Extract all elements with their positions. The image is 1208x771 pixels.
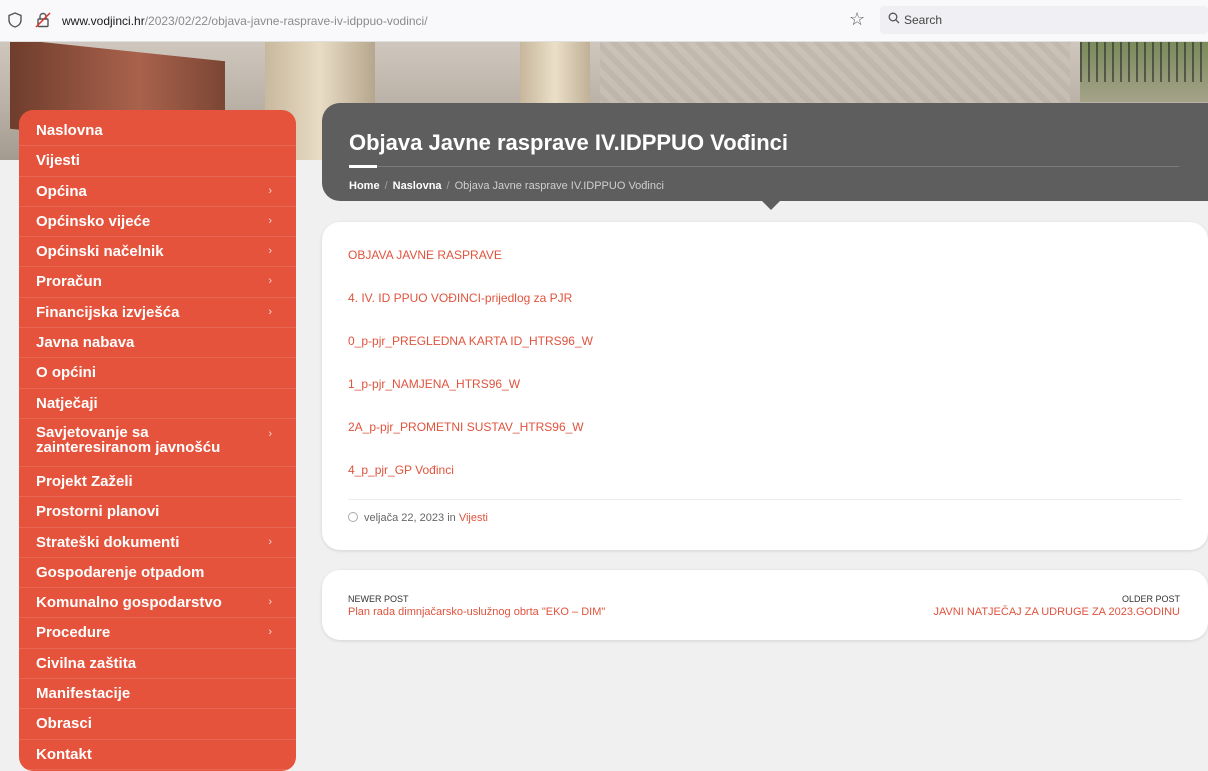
breadcrumb-current: Objava Javne rasprave IV.IDPPUO Vođinci <box>454 180 664 192</box>
chevron-right-icon: › <box>268 214 272 227</box>
sidebar-item-label: Proračun <box>36 273 102 291</box>
sidebar-item-strateski-dokumenti[interactable]: Strateški dokumenti › <box>19 528 296 558</box>
sidebar-item-label: Općinski načelnik <box>36 243 164 261</box>
older-post-label: OLDER POST <box>1121 594 1180 604</box>
sidebar-item-label: Civilna zaštita <box>36 654 137 672</box>
sidebar-item-label: Financijska izvješća <box>36 303 180 321</box>
sidebar-item-label: Kontakt <box>36 745 92 763</box>
link-namjena[interactable]: 1_p-pjr_NAMJENA_HTRS96_W <box>348 377 520 391</box>
sidebar-menu: Naslovna Vijesti Općina › Općinsko vijeće › Op… <box>19 110 296 771</box>
chevron-right-icon: › <box>268 245 272 258</box>
sidebar-item-label: Općina <box>36 182 87 200</box>
sidebar-item-gospodarenje-otpadom[interactable]: Gospodarenje otpadom <box>19 558 296 589</box>
post-category-link[interactable]: Vijesti <box>459 512 488 524</box>
title-accent-bar <box>349 165 377 168</box>
newer-post-label: NEWER POST <box>348 594 409 604</box>
sidebar-item-natjecaji[interactable]: Natječaji <box>19 389 296 419</box>
header-pointer <box>762 201 780 210</box>
sidebar-item-komunalno-gospodarstvo[interactable]: Komunalno gospodarstvo › <box>19 588 296 619</box>
sidebar-item-prostorni-planovi[interactable]: Prostorni planovi <box>19 497 296 528</box>
post-date: veljača 22, 2023 <box>364 512 445 524</box>
sidebar-item-naslovna[interactable]: Naslovna <box>19 116 296 147</box>
search-input[interactable]: Search <box>880 6 1208 34</box>
content-divider <box>348 499 1182 500</box>
search-icon <box>888 12 900 24</box>
sidebar-item-opcinski-nacelnik[interactable]: Općinski načelnik › <box>19 237 296 268</box>
sidebar-item-label: Općinsko vijeće <box>36 212 151 230</box>
link-prometni-sustav[interactable]: 2A_p-pjr_PROMETNI SUSTAV_HTRS96_W <box>348 420 584 434</box>
sidebar-item-label: Procedure <box>36 624 111 642</box>
clock-icon <box>348 512 358 522</box>
insecure-lock-icon[interactable] <box>34 11 52 29</box>
link-prijedlog-pjr[interactable]: 4. IV. ID PPUO VOĐINCI-prijedlog za PJR <box>348 291 572 305</box>
page-header: Objava Javne rasprave IV.IDPPUO Vođinci … <box>322 103 1208 210</box>
sidebar-item-label: Gospodarenje otpadom <box>36 563 205 581</box>
page-title: Objava Javne rasprave IV.IDPPUO Vođinci <box>349 130 788 155</box>
sidebar-item-label: Manifestacije <box>36 685 131 703</box>
sidebar-item-label: Naslovna <box>36 122 103 139</box>
address-bar[interactable]: www.vodjinci.hr/2023/02/22/objava-javne-… <box>62 14 428 28</box>
sidebar-item-label: Obrasci <box>36 715 92 733</box>
older-post-link[interactable]: JAVNI NATJEČAJ ZA UDRUGE ZA 2023.GODINU <box>933 606 1180 618</box>
sidebar-item-label: Javna nabava <box>36 334 135 352</box>
link-gp-vodinci[interactable]: 4_p_pjr_GP Vođinci <box>348 463 454 477</box>
chevron-right-icon: › <box>268 305 272 318</box>
chevron-right-icon: › <box>268 427 272 440</box>
post-navigation: NEWER POST Plan rada dimnjačarsko-uslužn… <box>322 570 1208 640</box>
post-content-card: OBJAVA JAVNE RASPRAVE 4. IV. ID PPUO VOĐ… <box>322 222 1208 550</box>
sidebar-item-label: Komunalno gospodarstvo <box>36 594 222 612</box>
sidebar-item-proracun[interactable]: Proračun › <box>19 267 296 298</box>
title-divider <box>349 166 1179 167</box>
sidebar-item-opcina[interactable]: Općina › <box>19 177 296 207</box>
sidebar-item-label: Savjetovanje sa zainteresiranom javnošću <box>36 423 221 456</box>
sidebar-item-label: Vijesti <box>36 152 80 170</box>
breadcrumb-home[interactable]: Home <box>349 180 380 192</box>
post-meta-in: in <box>447 512 456 524</box>
sidebar-item-o-opcini[interactable]: O općini <box>19 358 296 389</box>
link-objava-javne-rasprave[interactable]: OBJAVA JAVNE RASPRAVE <box>348 248 502 262</box>
sidebar-item-obrasci[interactable]: Obrasci <box>19 709 296 740</box>
sidebar-item-javna-nabava[interactable]: Javna nabava <box>19 328 296 359</box>
breadcrumb: Home / Naslovna / Objava Javne rasprave IV.I… <box>349 180 664 192</box>
bookmark-star-icon[interactable]: ☆ <box>849 9 865 30</box>
sidebar-item-projekt-zazeli[interactable]: Projekt Zaželi <box>19 467 296 498</box>
chevron-right-icon: › <box>268 626 272 639</box>
url-host: www.vodjinci.hr <box>62 14 145 28</box>
sidebar-item-label: Natječaji <box>36 394 98 412</box>
chevron-right-icon: › <box>268 596 272 609</box>
breadcrumb-naslovna[interactable]: Naslovna <box>393 180 442 192</box>
sidebar-item-savjetovanje-sa-zainteresiranom-javnoscu[interactable]: Savjetovanje sa zainteresiranom javnošću… <box>19 419 296 467</box>
sidebar-item-vijesti[interactable]: Vijesti <box>19 146 296 177</box>
sidebar-item-financijska-izvjesca[interactable]: Financijska izvješća › <box>19 298 296 329</box>
newer-post-link[interactable]: Plan rada dimnjačarsko-uslužnog obrta "E… <box>348 606 605 618</box>
sidebar-item-label: O općini <box>36 364 96 382</box>
browser-toolbar: www.vodjinci.hr/2023/02/22/objava-javne-… <box>0 0 1208 42</box>
sidebar-item-opcinsko-vijece[interactable]: Općinsko vijeće › <box>19 207 296 238</box>
shield-icon[interactable] <box>6 11 24 29</box>
post-meta: veljača 22, 2023 in Vijesti <box>348 512 488 524</box>
chevron-right-icon: › <box>268 275 272 288</box>
sidebar-item-label: Prostorni planovi <box>36 503 160 521</box>
sidebar-item-procedure[interactable]: Procedure › <box>19 618 296 649</box>
sidebar-item-label: Projekt Zaželi <box>36 472 133 490</box>
sidebar-item-manifestacije[interactable]: Manifestacije <box>19 679 296 710</box>
sidebar-item-civilna-zastita[interactable]: Civilna zaštita <box>19 649 296 680</box>
sidebar-item-kontakt[interactable]: Kontakt <box>19 740 296 770</box>
sidebar-item-label: Strateški dokumenti <box>36 533 180 551</box>
chevron-right-icon: › <box>268 184 272 197</box>
search-placeholder: Search <box>904 13 943 27</box>
link-pregledna-karta[interactable]: 0_p-pjr_PREGLEDNA KARTA ID_HTRS96_W <box>348 334 593 348</box>
url-path: /2023/02/22/objava-javne-rasprave-iv-idp… <box>144 14 428 28</box>
chevron-right-icon: › <box>268 535 272 548</box>
